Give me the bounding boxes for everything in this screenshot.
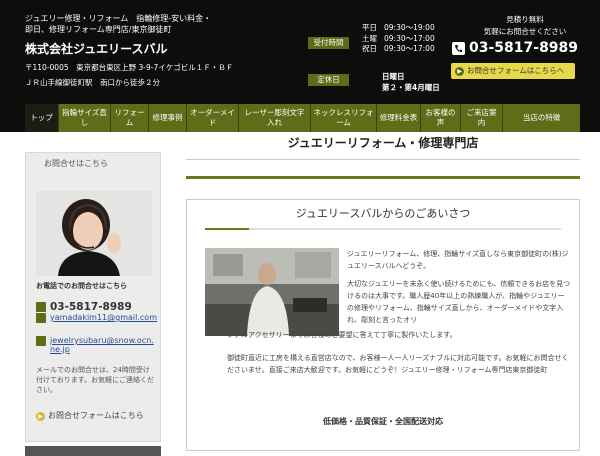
closed-days: 日曜日 第２・第4月曜日	[382, 71, 440, 93]
greeting-text-body-continued: ジナルアクセサリーまでお客様のご要望に答えて丁寧に製作いたします。	[227, 331, 457, 339]
nav-item-price-list[interactable]: 修理料金表	[377, 104, 421, 132]
address-line-1: 〒110-0005 東京都台東区上野 3-9-7イケゴビル１Ｆ・ＢＦ	[25, 63, 234, 72]
operator-photo	[36, 191, 152, 276]
hours-row-holiday: 祝日 09:30～17:00	[362, 43, 435, 54]
mail-icon	[36, 313, 46, 323]
hours-badge: 受付時間	[308, 37, 349, 49]
closed-days-badge: 定休日	[308, 74, 349, 86]
sidebar-phone-number: 03-5817-8989	[50, 301, 132, 313]
mail-icon	[36, 336, 46, 346]
site-header: ジュエリー修理・リフォーム 指輪修理-安い料金・ 即日、修理リフォーム専門店/東…	[0, 0, 600, 104]
sidebar-next-block	[25, 446, 161, 456]
craftsman-photo	[205, 248, 339, 336]
main-nav: トップ 指輪サイズ直し リフォーム 修理事例 オーダーメイド レーザー彫刻文字入…	[25, 104, 580, 132]
nav-item-necklace-reform[interactable]: ネックレスリフォーム	[311, 104, 377, 132]
arrow-right-icon: ▶	[36, 411, 45, 421]
nav-item-repair-cases[interactable]: 修理事例	[149, 104, 187, 132]
nav-item-customer-voice[interactable]: お客様の声	[421, 104, 461, 132]
email-link-2[interactable]: jewelrysubaru@snow.ocn.ne.jp	[50, 336, 158, 354]
greeting-divider	[205, 228, 561, 230]
sidebar-form-link[interactable]: ▶ お問合せフォームはこちら	[36, 409, 154, 423]
sidebar-contact: お問合せはこちら お電話でのお問合せはこちら 03-5817-8989 yama…	[25, 152, 161, 442]
tagline-line-1: ジュエリー修理・リフォーム 指輪修理-安い料金・	[25, 14, 212, 23]
company-name[interactable]: 株式会社ジュエリースバル	[25, 40, 168, 57]
nav-band-right	[580, 104, 600, 132]
hours-time: 09:30～17:00	[384, 44, 435, 53]
closed-line-1: 日曜日	[382, 72, 405, 81]
nav-item-store-guide[interactable]: ご来店案内	[461, 104, 503, 132]
hours-time: 09:30～17:00	[384, 34, 435, 43]
header-address: 〒110-0005 東京都台東区上野 3-9-7イケゴビル１Ｆ・ＢＦ ＪＲ山手線…	[25, 60, 233, 90]
sidebar-title: お問合せはこちら	[44, 159, 108, 168]
sidebar-email-2[interactable]: jewelrysubaru@snow.ocn.ne.jp	[36, 336, 158, 354]
greeting-text-intro: ジュエリーリフォーム、修理、指輪サイズ直しなら東京御徒町の(株)ジュエリースバル…	[347, 250, 569, 270]
tagline-line-2: 即日、修理リフォーム専門店/東京御徒町	[25, 25, 172, 34]
title-divider	[186, 159, 580, 160]
nav-item-laser-engraving[interactable]: レーザー彫刻文字入れ	[239, 104, 311, 132]
greeting-section: ジュエリースバルからのごあいさつ ジュエリーリフォーム、修理、指輪サイズ直しなら…	[186, 199, 580, 451]
nav-item-top[interactable]: トップ	[25, 104, 59, 132]
greeting-text-body: 大切なジュエリーを末永く使い続けるためにも、信頼できるお店を見つけるのは大事です…	[347, 280, 571, 324]
greeting-divider-accent	[205, 228, 249, 230]
hours-row-weekday: 平日 09:30～19:00	[362, 22, 435, 33]
hours-day: 祝日	[362, 44, 377, 53]
sidebar-email-1[interactable]: yamadakim11@gmail.com	[36, 313, 158, 323]
contact-form-button[interactable]: ▶ お問合せフォームはこちらへ	[451, 63, 575, 79]
header-phone[interactable]: 03-5817-8989	[452, 40, 578, 56]
address-line-2: ＪＲ山手線御徒町駅 南口から徒歩２分	[25, 78, 160, 87]
sidebar-email-note: メールでのお問合せは、24時間受け付けております。お気軽にご連絡ください。	[36, 366, 154, 394]
quote-line-2: 気軽にお問合せください	[483, 27, 567, 36]
sidebar-phone-heading: お電話でのお問合せはこちら	[36, 282, 127, 290]
free-quote-note: 見積り無料 気軽にお問合せください	[470, 14, 580, 38]
closed-line-2: 第２・第4月曜日	[382, 83, 440, 92]
contact-form-button-label: お問合せフォームはこちらへ	[467, 66, 565, 75]
greeting-title: ジュエリースバルからのごあいさつ	[295, 207, 471, 220]
arrow-right-icon: ▶	[455, 66, 464, 76]
sidebar-phone[interactable]: 03-5817-8989	[36, 301, 132, 313]
nav-band-left	[0, 104, 25, 132]
greeting-text-closing: 御徒町直近に工房を構える直営店なので、お客様一人一人リーズナブルに対応可能です。…	[227, 354, 569, 374]
nav-item-features[interactable]: 当店の特徴	[503, 104, 580, 132]
nav-item-reform[interactable]: リフォーム	[111, 104, 149, 132]
title-underline	[186, 176, 580, 179]
service-highlights: 低価格・品質保証・全国配送対応	[323, 417, 443, 426]
hours-day: 平日	[362, 23, 377, 32]
header-tagline: ジュエリー修理・リフォーム 指輪修理-安い料金・ 即日、修理リフォーム専門店/東…	[25, 13, 255, 35]
quote-line-1: 見積り無料	[506, 15, 544, 24]
phone-icon	[36, 302, 46, 312]
hours-time: 09:30～19:00	[384, 23, 435, 32]
sidebar-form-link-label: お問合せフォームはこちら	[48, 411, 144, 420]
header-phone-number: 03-5817-8989	[469, 40, 579, 56]
phone-icon	[452, 41, 465, 55]
email-link-1[interactable]: yamadakim11@gmail.com	[50, 313, 157, 322]
nav-item-order-made[interactable]: オーダーメイド	[187, 104, 239, 132]
page-title: ジュエリーリフォーム・修理専門店	[287, 136, 479, 150]
nav-item-ring-size[interactable]: 指輪サイズ直し	[59, 104, 111, 132]
